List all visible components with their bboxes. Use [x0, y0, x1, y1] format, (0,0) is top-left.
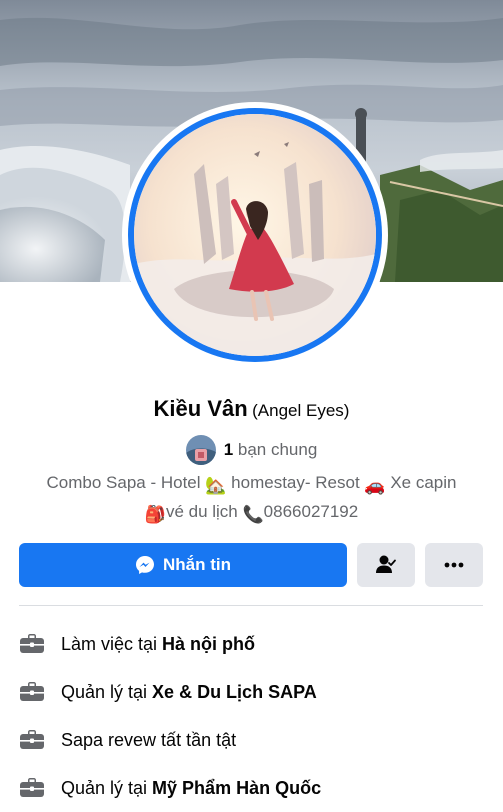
profile-photo: [134, 114, 376, 356]
friends-button[interactable]: [357, 543, 415, 587]
detail-item-work[interactable]: Sapa revew tất tần tật: [19, 716, 489, 764]
profile-name: Kiều Vân: [153, 396, 248, 421]
messenger-icon: [136, 556, 154, 574]
detail-item-work[interactable]: Làm việc tại Hà nội phố: [19, 620, 489, 668]
detail-text: Quản lý tại Mỹ Phẩm Hàn Quốc: [61, 777, 322, 798]
mutual-friends[interactable]: 1 bạn chung: [0, 434, 503, 466]
profile-picture[interactable]: [122, 102, 388, 368]
bio-text-4: vé du lịch: [165, 502, 238, 521]
message-button-label: Nhắn tin: [163, 555, 231, 574]
mutual-friends-text: 1 bạn chung: [224, 440, 318, 460]
house-icon: 🏡: [205, 476, 227, 495]
profile-details: Làm việc tại Hà nội phố Quản lý tại Xe &…: [19, 620, 489, 812]
profile-name-row: Kiều Vân (Angel Eyes): [0, 394, 503, 427]
detail-text: Làm việc tại Hà nội phố: [61, 633, 256, 654]
car-icon: 🚗: [364, 476, 386, 495]
profile-alternate-name: (Angel Eyes): [252, 401, 350, 420]
more-dots-icon: [444, 562, 464, 568]
mutual-friends-count: 1: [223, 440, 234, 459]
mutual-friends-label: bạn chung: [237, 440, 318, 459]
briefcase-icon: [19, 728, 47, 752]
bio-text-2: homestay- Resot: [231, 473, 360, 492]
bio-text-1: Combo Sapa - Hotel: [46, 473, 201, 492]
briefcase-icon: [19, 776, 47, 800]
profile-bio: Combo Sapa - Hotel 🏡 homestay- Resot 🚗 X…: [36, 470, 467, 528]
profile-photo-image: [134, 114, 376, 356]
message-button[interactable]: Nhắn tin: [19, 543, 347, 587]
briefcase-icon: [19, 632, 47, 656]
detail-text: Sapa revew tất tần tật: [61, 729, 237, 750]
briefcase-icon: [19, 680, 47, 704]
section-divider: [19, 605, 483, 606]
bio-text-3: Xe capin: [390, 473, 457, 492]
bio-phone-number: 0866027192: [263, 502, 359, 521]
detail-item-work[interactable]: Quản lý tại Xe & Du Lịch SAPA: [19, 668, 489, 716]
mutual-friend-avatar: [185, 435, 216, 465]
detail-text: Quản lý tại Xe & Du Lịch SAPA: [61, 681, 317, 702]
phone-icon: 📞: [242, 505, 264, 524]
story-ring: [128, 108, 382, 362]
detail-item-work[interactable]: Quản lý tại Mỹ Phẩm Hàn Quốc: [19, 764, 489, 812]
backpack-icon: 🎒: [144, 505, 166, 524]
friend-check-icon: [376, 555, 396, 573]
more-options-button[interactable]: [425, 543, 483, 587]
